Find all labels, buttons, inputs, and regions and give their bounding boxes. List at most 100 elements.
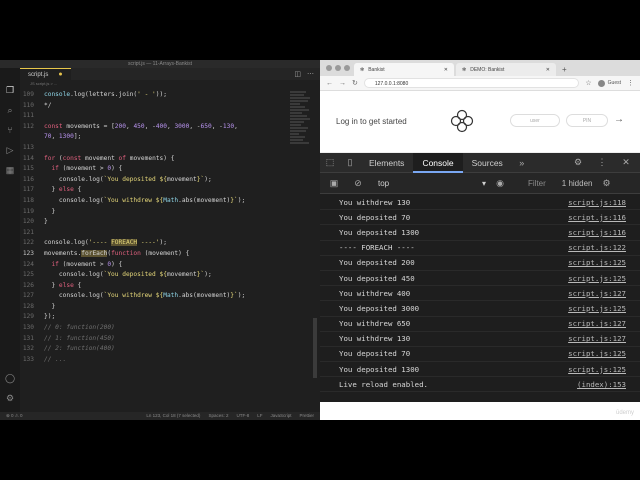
tab-sources[interactable]: Sources [463, 153, 512, 173]
debug-icon[interactable]: ▷ [0, 140, 20, 160]
inspect-element-icon[interactable]: ⬚ [320, 157, 340, 168]
code-line[interactable]: 133 // ... [20, 355, 300, 366]
tab-console[interactable]: Console [413, 152, 463, 173]
console-source-link[interactable]: script.js:127 [568, 289, 640, 298]
editor-scrollbar[interactable] [313, 318, 317, 378]
code-text[interactable]: } else { [44, 185, 81, 196]
line-ending[interactable]: LF [257, 412, 262, 420]
code-line[interactable]: 131 // 1: function(450) [20, 334, 300, 345]
code-line[interactable]: 132 // 2: function(400) [20, 344, 300, 355]
more-tabs-icon[interactable]: » [512, 158, 532, 168]
code-text[interactable]: for (const movement of movements) { [44, 154, 174, 165]
console-source-link[interactable]: script.js:125 [568, 349, 640, 358]
context-selector[interactable]: top ▾ [378, 179, 486, 188]
code-line[interactable]: 115 if (movement > 0) { [20, 164, 300, 175]
code-area[interactable]: 109 console.log(letters.join(' - ')); 110 *… [20, 90, 300, 412]
devtools-menu-kebab-icon[interactable]: ⋮ [592, 157, 612, 168]
code-text[interactable]: console.log(`You deposited ${movement}`)… [44, 270, 212, 281]
search-icon[interactable]: ⌕ [0, 100, 20, 120]
code-line[interactable]: 123 movements.forEach(function (movement)… [20, 249, 300, 260]
profile-button[interactable]: Guest [597, 79, 621, 87]
code-line[interactable]: 112 const movements = [200, 450, -400, 30… [20, 122, 300, 133]
code-line[interactable]: 116 console.log(`You deposited ${movemen… [20, 175, 300, 186]
settings-gear-icon[interactable]: ⚙ [0, 388, 20, 408]
code-line[interactable]: 124 if (movement > 0) { [20, 260, 300, 271]
code-text[interactable]: } [44, 207, 55, 218]
problems-indicator[interactable]: ⊗ 0 ⚠ 0 [6, 412, 23, 420]
bookmark-star-icon[interactable]: ☆ [585, 79, 591, 87]
menu-kebab-icon[interactable]: ⋮ [627, 79, 634, 87]
code-line[interactable]: 110 */ [20, 101, 300, 112]
browser-tab-bankist[interactable]: ✻ Bankist ✕ [354, 63, 454, 76]
console-source-link[interactable]: script.js:118 [568, 198, 640, 207]
console-sidebar-icon[interactable]: ▣ [324, 178, 344, 189]
code-text[interactable]: if (movement > 0) { [44, 164, 122, 175]
code-text[interactable]: console.log(`You withdrew ${Math.abs(mov… [44, 291, 245, 302]
code-text[interactable]: }); [44, 312, 55, 323]
cursor-position[interactable]: Ln 123, Col 18 (7 selected) [146, 412, 200, 420]
code-text[interactable]: // 0: function(200) [44, 323, 115, 334]
browser-tab-demo[interactable]: ✻ DEMO: Bankist ✕ [456, 63, 556, 76]
console-source-link[interactable]: script.js:125 [568, 274, 640, 283]
login-arrow-button[interactable]: → [614, 114, 624, 125]
device-toolbar-icon[interactable]: ▯ [340, 157, 360, 168]
code-line[interactable]: 109 console.log(letters.join(' - ')); [20, 90, 300, 101]
code-text[interactable]: } [44, 302, 55, 313]
user-input[interactable]: user [510, 114, 560, 127]
code-line[interactable]: 119 } [20, 207, 300, 218]
language-mode[interactable]: JavaScript [270, 412, 291, 420]
code-text[interactable]: 70, 1300]; [44, 132, 81, 143]
code-text[interactable]: */ [44, 101, 51, 112]
code-text[interactable]: // 2: function(400) [44, 344, 115, 355]
code-line[interactable]: 122 console.log('---- FOREACH ----'); [20, 238, 300, 249]
code-line[interactable]: 130 // 0: function(200) [20, 323, 300, 334]
code-text[interactable]: } else { [44, 281, 81, 292]
code-line[interactable]: 114 for (const movement of movements) { [20, 154, 300, 165]
code-line[interactable]: 127 console.log(`You withdrew ${Math.abs… [20, 291, 300, 302]
code-text[interactable]: console.log(letters.join(' - ')); [44, 90, 167, 101]
forward-icon[interactable]: → [339, 80, 346, 87]
console-source-link[interactable]: script.js:116 [568, 213, 640, 222]
console-source-link[interactable]: script.js:127 [568, 319, 640, 328]
code-line[interactable]: 126 } else { [20, 281, 300, 292]
devtools-settings-gear-icon[interactable]: ⚙ [568, 157, 588, 168]
close-tab-icon[interactable]: ✕ [444, 67, 448, 73]
code-text[interactable]: } [44, 217, 48, 228]
console-source-link[interactable]: script.js:125 [568, 365, 640, 374]
code-line[interactable]: 111 [20, 111, 300, 122]
hidden-messages-count[interactable]: 1 hidden [562, 179, 593, 188]
console-source-link[interactable]: script.js:125 [568, 304, 640, 313]
console-filter-input[interactable]: Filter [528, 179, 546, 188]
console-source-link[interactable]: script.js:116 [568, 228, 640, 237]
console-source-link[interactable]: script.js:125 [568, 258, 640, 267]
account-icon[interactable]: ◯ [0, 368, 20, 388]
back-icon[interactable]: ← [326, 80, 333, 87]
minimize-window-icon[interactable] [335, 65, 341, 71]
breadcrumb[interactable]: JS script.js > ... [0, 80, 320, 87]
new-tab-button[interactable]: + [558, 65, 571, 76]
code-text[interactable]: const movements = [200, 450, -400, 3000,… [44, 122, 238, 133]
code-line[interactable]: 129}); [20, 312, 300, 323]
code-line[interactable]: 70, 1300]; [20, 132, 300, 143]
code-text[interactable]: console.log(`You deposited ${movement}`)… [44, 175, 212, 186]
live-expression-eye-icon[interactable]: ◉ [490, 178, 510, 189]
explorer-icon[interactable]: ❐ [0, 80, 20, 100]
unsaved-dot-icon[interactable]: ● [58, 71, 62, 78]
pin-input[interactable]: PIN [566, 114, 608, 127]
reload-icon[interactable]: ↻ [352, 79, 358, 87]
tab-elements[interactable]: Elements [360, 153, 413, 173]
code-line[interactable]: 125 console.log(`You deposited ${movemen… [20, 270, 300, 281]
code-line[interactable]: 120} [20, 217, 300, 228]
code-line[interactable]: 128 } [20, 302, 300, 313]
close-devtools-icon[interactable]: ✕ [616, 157, 636, 168]
prettier-status[interactable]: Prettier [299, 412, 314, 420]
indentation[interactable]: Spaces: 2 [208, 412, 228, 420]
code-line[interactable]: 113 [20, 143, 300, 154]
code-text[interactable]: movements.forEach(function (movement) { [44, 249, 189, 260]
url-field[interactable]: 127.0.0.1:8080 [363, 78, 580, 88]
code-text[interactable]: // ... [44, 355, 66, 366]
code-text[interactable]: console.log(`You withdrew ${Math.abs(mov… [44, 196, 245, 207]
minimap[interactable] [290, 90, 312, 190]
code-text[interactable]: // 1: function(450) [44, 334, 115, 345]
code-line[interactable]: 118 console.log(`You withdrew ${Math.abs… [20, 196, 300, 207]
